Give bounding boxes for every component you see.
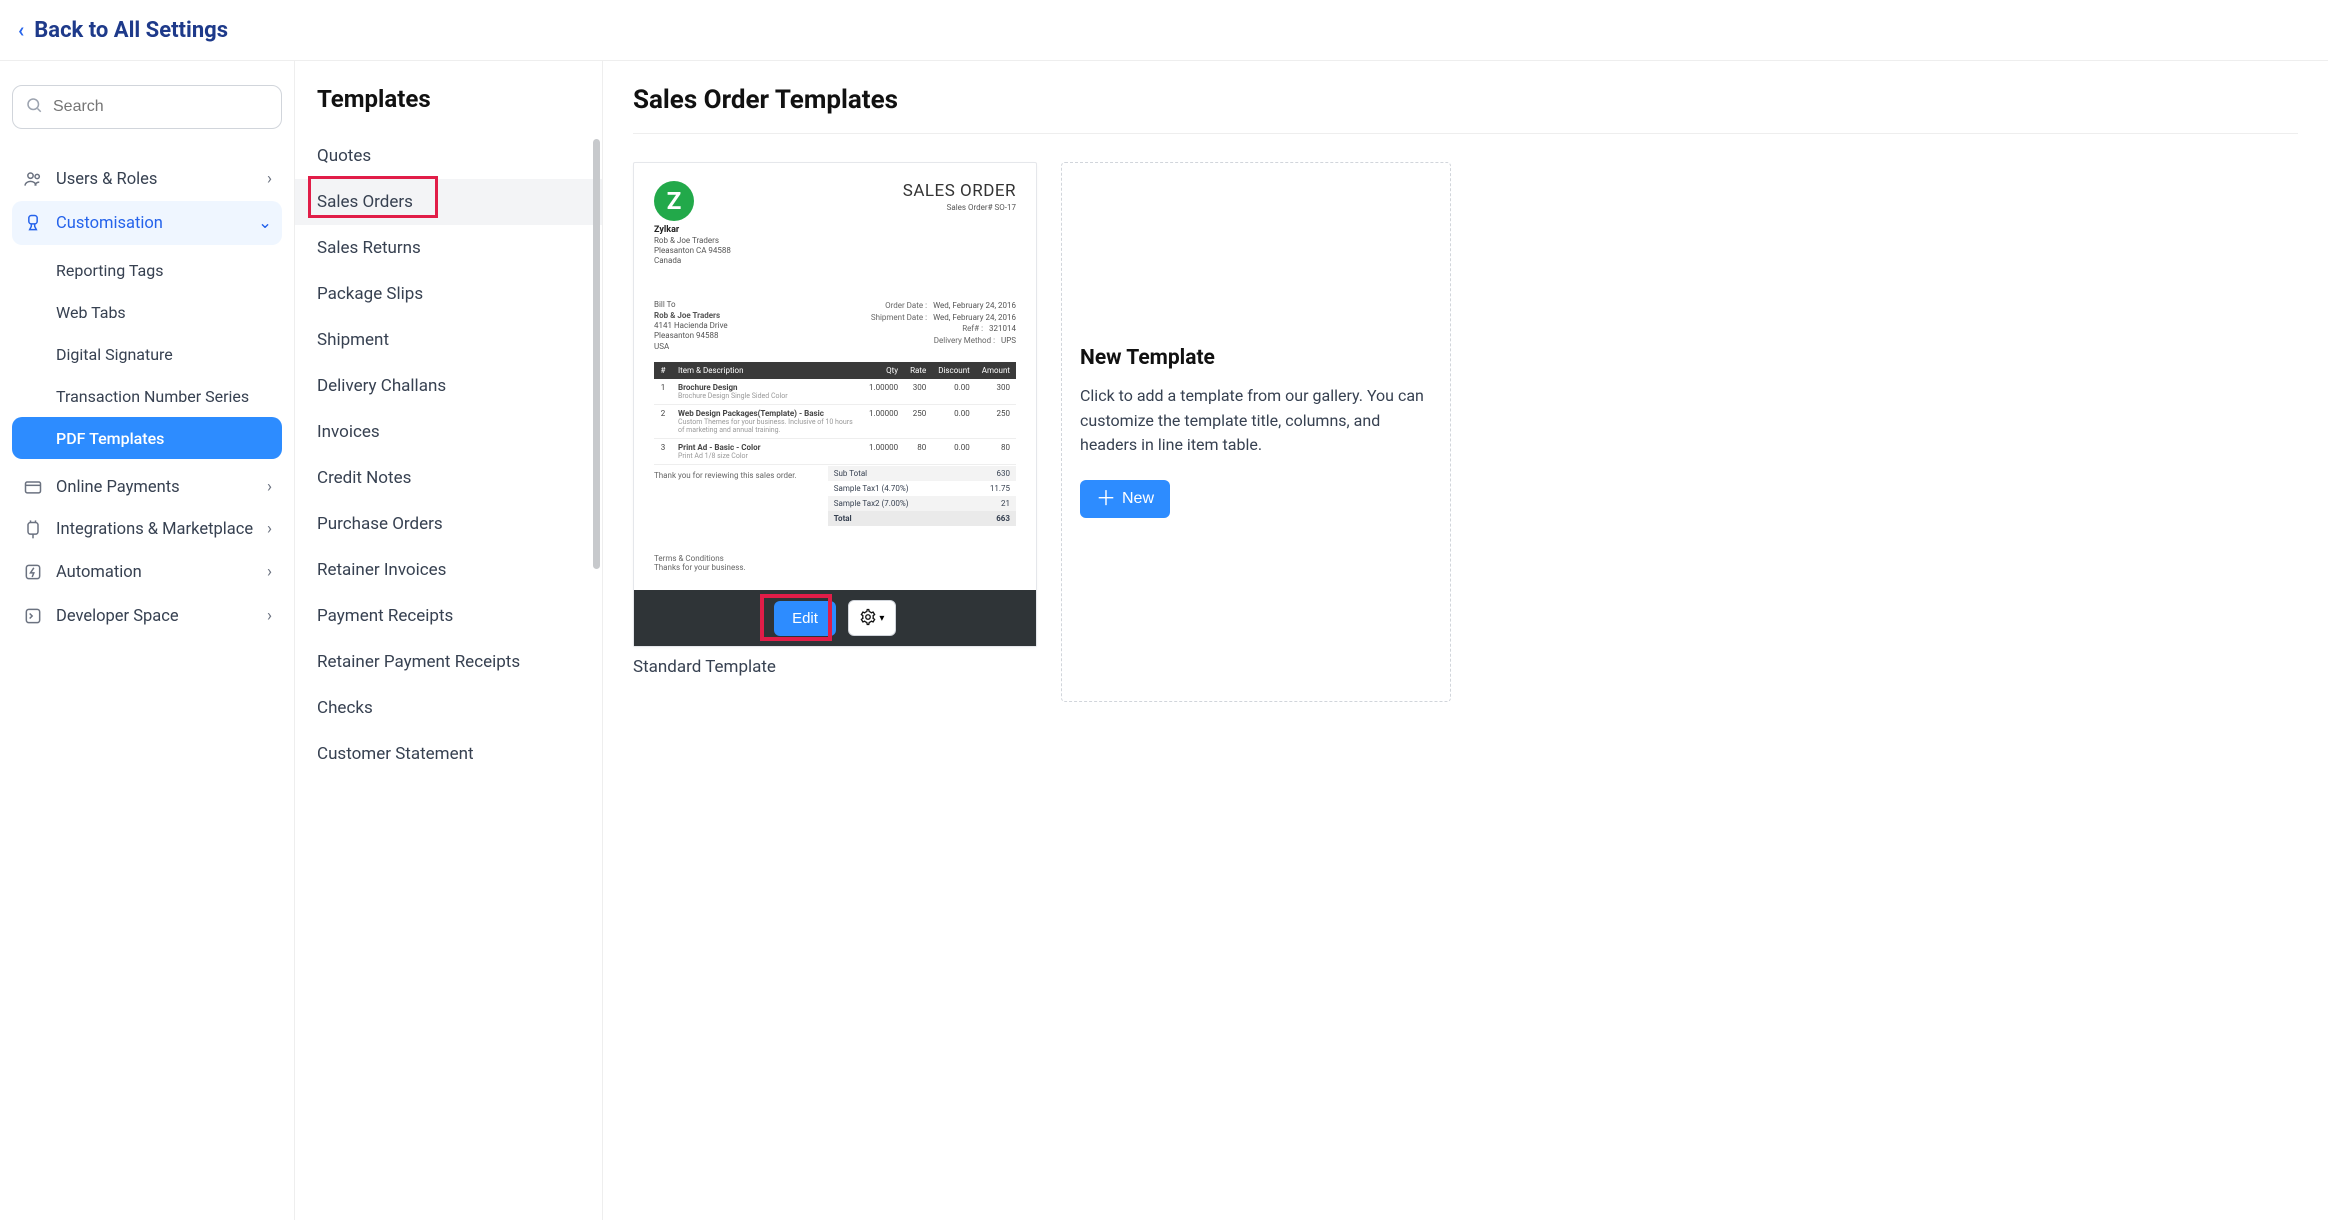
- subnav-pdf-templates[interactable]: PDF Templates: [12, 417, 282, 459]
- chevron-left-icon: ‹: [18, 18, 24, 42]
- card-icon: [22, 477, 44, 497]
- templates-heading: Templates: [295, 85, 602, 133]
- sidebar-item-automation[interactable]: Automation ›: [12, 550, 282, 594]
- caret-down-icon: ▾: [879, 613, 884, 624]
- main-pane: Sales Order Templates Z Zylkar Rob & Joe…: [603, 61, 2328, 1220]
- edit-button[interactable]: Edit: [774, 601, 836, 636]
- template-caption: Standard Template: [633, 657, 1037, 677]
- chevron-right-icon: ›: [267, 478, 272, 497]
- template-card-standard[interactable]: Z Zylkar Rob & Joe Traders Pleasanton CA…: [633, 162, 1037, 647]
- highlight-annotation: [308, 176, 438, 218]
- template-item-sales-orders[interactable]: Sales Orders: [295, 179, 602, 225]
- template-item-customer-statement[interactable]: Customer Statement: [295, 731, 602, 777]
- gear-icon: [859, 608, 877, 629]
- subnav-web-tabs[interactable]: Web Tabs: [12, 291, 282, 333]
- template-item-invoices[interactable]: Invoices: [295, 409, 602, 455]
- chevron-right-icon: ›: [267, 520, 272, 539]
- settings-sidebar: Users & Roles › Customisation ⌄ Reportin…: [0, 61, 295, 1220]
- template-preview: Z Zylkar Rob & Joe Traders Pleasanton CA…: [634, 163, 1036, 580]
- divider: [633, 133, 2298, 134]
- plug-icon: [22, 520, 44, 540]
- templates-column: Templates QuotesSales OrdersSales Return…: [295, 61, 603, 1220]
- new-template-button[interactable]: ＋ New: [1080, 480, 1170, 518]
- template-item-shipment[interactable]: Shipment: [295, 317, 602, 363]
- chevron-down-icon: ⌄: [258, 213, 272, 233]
- bolt-icon: [22, 562, 44, 582]
- template-item-purchase-orders[interactable]: Purchase Orders: [295, 501, 602, 547]
- new-template-body: Click to add a template from our gallery…: [1080, 384, 1432, 458]
- template-item-retainer-invoices[interactable]: Retainer Invoices: [295, 547, 602, 593]
- sidebar-item-integrations[interactable]: Integrations & Marketplace ›: [12, 509, 282, 550]
- template-item-retainer-payment-receipts[interactable]: Retainer Payment Receipts: [295, 639, 602, 685]
- sidebar-item-users-roles[interactable]: Users & Roles ›: [12, 157, 282, 201]
- users-icon: [22, 169, 44, 189]
- company-logo: Z: [654, 181, 694, 221]
- sidebar-item-online-payments[interactable]: Online Payments ›: [12, 465, 282, 509]
- template-item-quotes[interactable]: Quotes: [295, 133, 602, 179]
- back-link[interactable]: ‹ Back to All Settings: [18, 18, 228, 43]
- chevron-right-icon: ›: [267, 563, 272, 582]
- chevron-right-icon: ›: [267, 607, 272, 626]
- brush-icon: [22, 213, 44, 233]
- template-settings-button[interactable]: ▾: [848, 600, 896, 636]
- search-box[interactable]: [12, 85, 282, 129]
- new-template-card[interactable]: New Template Click to add a template fro…: [1061, 162, 1451, 702]
- subnav-digital-signature[interactable]: Digital Signature: [12, 333, 282, 375]
- sidebar-item-developer-space[interactable]: Developer Space ›: [12, 594, 282, 638]
- subnav-transaction-number-series[interactable]: Transaction Number Series: [12, 375, 282, 417]
- template-card-footer: Edit ▾: [634, 590, 1036, 646]
- template-item-sales-returns[interactable]: Sales Returns: [295, 225, 602, 271]
- template-item-credit-notes[interactable]: Credit Notes: [295, 455, 602, 501]
- sidebar-item-customisation[interactable]: Customisation ⌄: [12, 201, 282, 245]
- back-label: Back to All Settings: [34, 18, 228, 43]
- search-input[interactable]: [53, 98, 269, 116]
- template-item-delivery-challans[interactable]: Delivery Challans: [295, 363, 602, 409]
- subnav-reporting-tags[interactable]: Reporting Tags: [12, 249, 282, 291]
- page-title: Sales Order Templates: [633, 85, 2298, 115]
- template-item-checks[interactable]: Checks: [295, 685, 602, 731]
- scrollbar-indicator: [593, 139, 600, 569]
- search-icon: [25, 96, 43, 118]
- template-item-package-slips[interactable]: Package Slips: [295, 271, 602, 317]
- chevron-right-icon: ›: [267, 170, 272, 189]
- new-template-title: New Template: [1080, 346, 1432, 370]
- terminal-icon: [22, 606, 44, 626]
- template-item-payment-receipts[interactable]: Payment Receipts: [295, 593, 602, 639]
